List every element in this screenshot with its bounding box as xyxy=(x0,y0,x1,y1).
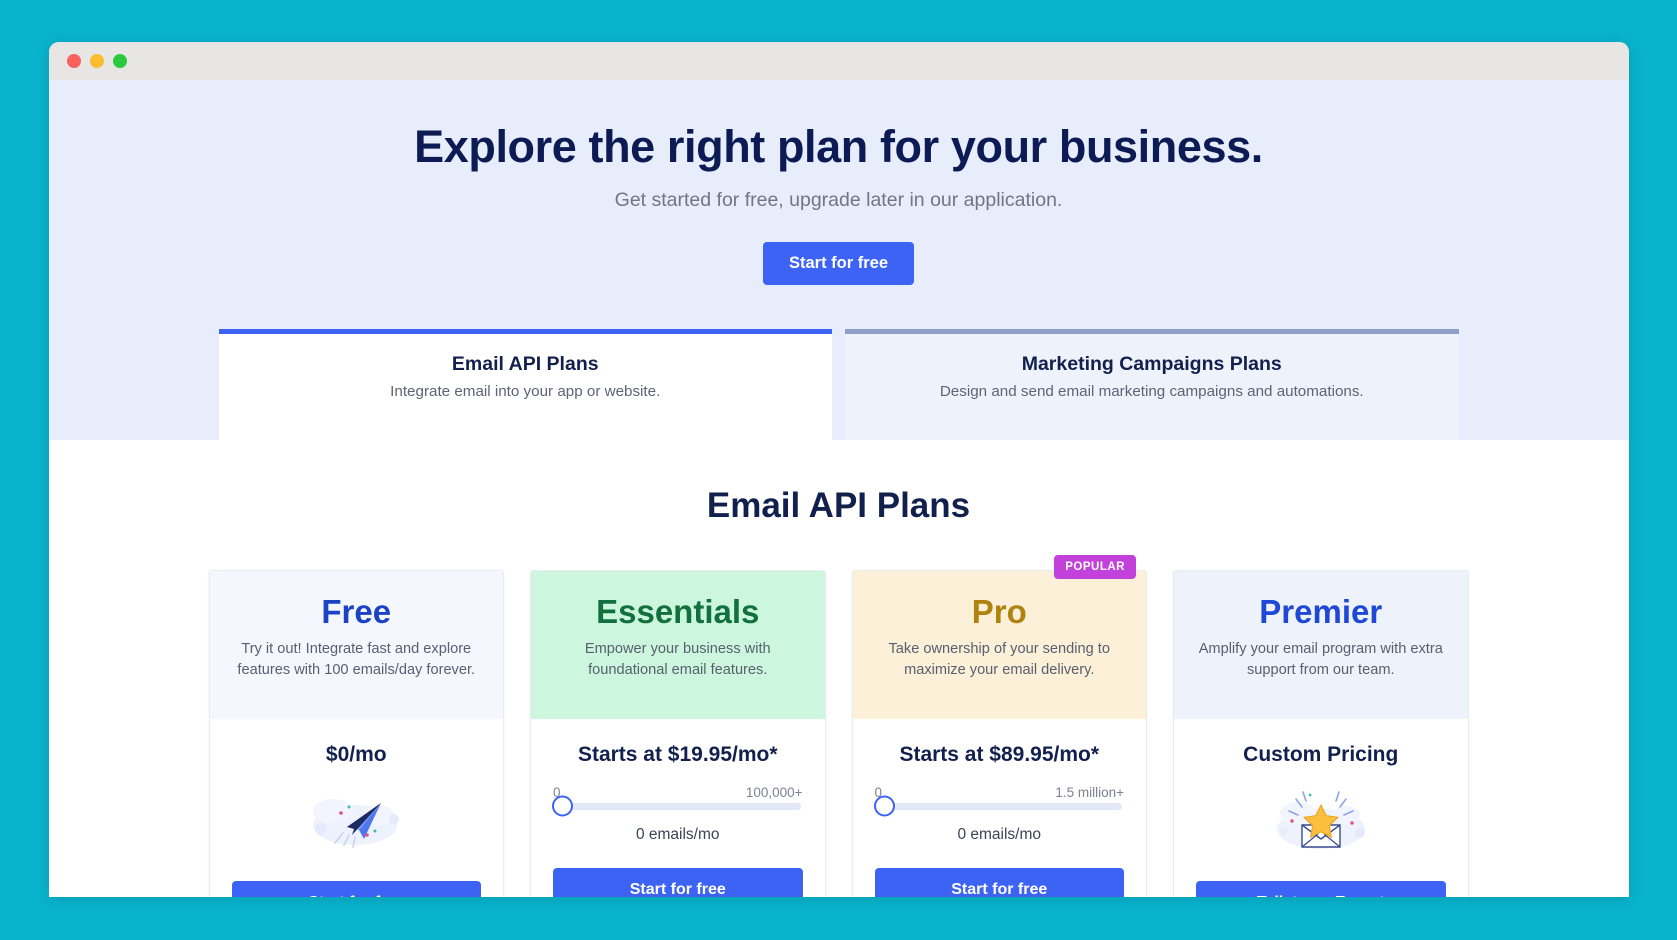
pricing-card-pro-header: Pro Take ownership of your sending to ma… xyxy=(852,570,1146,719)
plan-type-tabs: Email API Plans Integrate email into you… xyxy=(49,328,1629,440)
hero-cta-container: Start for free xyxy=(49,242,1629,285)
pricing-card-pro-tagline: Take ownership of your sending to maximi… xyxy=(888,640,1110,678)
essentials-slider-value-label: 0 emails/mo xyxy=(635,825,720,843)
pro-slider-value-label: 0 emails/mo xyxy=(957,825,1042,843)
envelope-star-icon xyxy=(1196,785,1446,855)
pro-slider-max-label: 1.5 million+ xyxy=(1055,784,1124,800)
paper-plane-icon xyxy=(232,785,482,855)
maximize-window-button[interactable] xyxy=(112,54,127,68)
essentials-slider-thumb[interactable] xyxy=(552,795,573,817)
page-content: Explore the right plan for your business… xyxy=(48,80,1629,897)
tab-marketing-campaigns-plans[interactable]: Marketing Campaigns Plans Design and sen… xyxy=(845,328,1459,440)
pricing-card-pro-price: Starts at $89.95/mo* xyxy=(899,742,1100,766)
pricing-card-essentials-price: Starts at $19.95/mo* xyxy=(577,742,778,766)
essentials-slider-ticks: 0 100,000+ xyxy=(553,785,803,800)
tab-email-api-plans[interactable]: Email API Plans Integrate email into you… xyxy=(218,328,832,440)
pricing-card-pro-footer: Start for free xyxy=(853,850,1147,897)
page-title: Explore the right plan for your business… xyxy=(414,121,1263,172)
essentials-slider-max-label: 100,000+ xyxy=(745,784,803,800)
tab-email-api-plans-label: Email API Plans xyxy=(451,352,599,375)
pricing-card-premier-header: Premier Amplify your email program with … xyxy=(1174,570,1468,719)
desktop-background: Explore the right plan for your business… xyxy=(0,0,1677,940)
pricing-card-essentials-body: Starts at $19.95/mo* 0 100,000+ 0 emails… xyxy=(531,719,825,844)
pricing-card-pro: POPULAR Pro Take ownership of your sendi… xyxy=(851,554,1147,897)
page-subtitle: Get started for free, upgrade later in o… xyxy=(614,189,1063,212)
pricing-card-premier-name: Premier xyxy=(1259,592,1383,630)
pricing-card-premier: Premier Amplify your email program with … xyxy=(1173,569,1469,897)
pro-slider-ticks: 0 1.5 million+ xyxy=(875,785,1125,800)
pricing-card-essentials: Essentials Empower your business with fo… xyxy=(530,569,826,897)
tab-email-api-plans-description: Integrate email into your app or website… xyxy=(390,382,661,400)
pricing-card-free-tagline: Try it out! Integrate fast and explore f… xyxy=(237,640,476,678)
pricing-card-free-footer: Start for free xyxy=(210,875,504,897)
pricing-card-free: Free Try it out! Integrate fast and expl… xyxy=(208,569,504,897)
essentials-slider-track[interactable] xyxy=(552,795,801,817)
pricing-card-premier-tagline: Amplify your email program with extra su… xyxy=(1198,640,1443,678)
plans-section-heading: Email API Plans xyxy=(706,485,971,525)
pricing-card-pro-cta-button[interactable]: Start for free xyxy=(874,867,1124,897)
tab-marketing-campaigns-plans-label: Marketing Campaigns Plans xyxy=(1021,352,1282,375)
pricing-card-premier-body: Custom Pricing xyxy=(1174,719,1468,855)
minimize-window-button[interactable] xyxy=(89,54,104,68)
pricing-card-free-price: $0/mo xyxy=(325,742,387,766)
pricing-card-essentials-tagline: Empower your business with foundational … xyxy=(584,640,771,678)
pricing-card-free-cta-button[interactable]: Start for free xyxy=(231,880,481,897)
pricing-card-premier-cta-button[interactable]: Talk to an Expert xyxy=(1196,880,1446,897)
tab-marketing-campaigns-plans-description: Design and send email marketing campaign… xyxy=(939,382,1364,400)
pro-volume-slider[interactable]: 0 1.5 million+ 0 emails/mo xyxy=(873,785,1125,844)
pricing-card-essentials-cta-button[interactable]: Start for free xyxy=(553,867,803,897)
pricing-cards-row: Free Try it out! Integrate fast and expl… xyxy=(49,554,1629,897)
pricing-card-essentials-footer: Start for free xyxy=(531,850,825,897)
popular-badge: POPULAR xyxy=(1054,554,1136,579)
close-window-button[interactable] xyxy=(66,54,81,68)
pro-slider-thumb[interactable] xyxy=(873,795,895,817)
plans-section: Email API Plans Free Try it out! Integra… xyxy=(48,439,1629,897)
pricing-card-pro-body: Starts at $89.95/mo* 0 1.5 million+ 0 em… xyxy=(853,719,1147,844)
pricing-card-free-name: Free xyxy=(321,592,392,630)
browser-window: Explore the right plan for your business… xyxy=(48,42,1629,897)
pricing-card-essentials-name: Essentials xyxy=(596,592,760,630)
essentials-volume-slider[interactable]: 0 100,000+ 0 emails/mo xyxy=(552,785,803,844)
hero-start-for-free-button[interactable]: Start for free xyxy=(762,242,915,285)
pricing-card-essentials-header: Essentials Empower your business with fo… xyxy=(531,570,825,719)
pricing-card-pro-name: Pro xyxy=(971,592,1027,630)
pricing-card-free-body: $0/mo xyxy=(210,719,504,855)
pricing-card-premier-price: Custom Pricing xyxy=(1243,742,1399,766)
pricing-card-premier-footer: Talk to an Expert xyxy=(1174,875,1468,897)
hero-section: Explore the right plan for your business… xyxy=(48,80,1629,440)
pro-slider-track[interactable] xyxy=(873,795,1122,817)
browser-titlebar xyxy=(48,42,1629,80)
pricing-card-free-header: Free Try it out! Integrate fast and expl… xyxy=(209,570,503,719)
